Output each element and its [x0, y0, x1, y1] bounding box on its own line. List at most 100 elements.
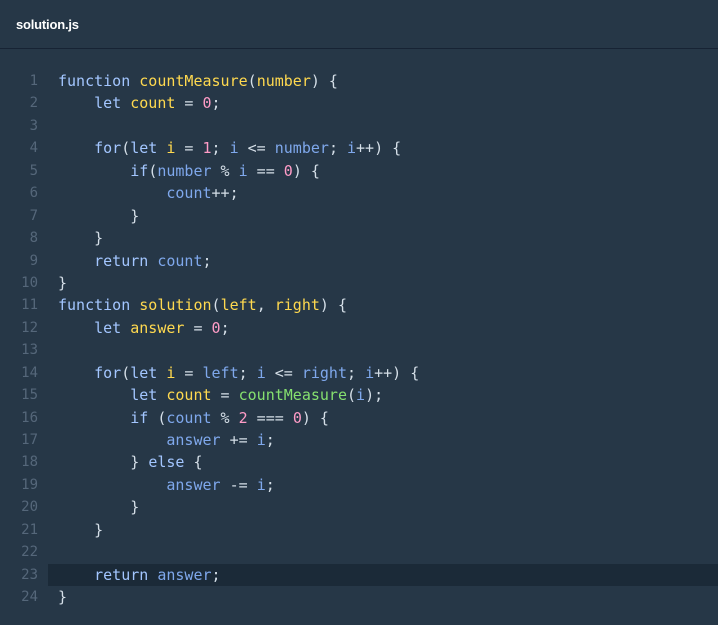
code-token: ;: [202, 251, 212, 270]
code-token: }: [58, 273, 68, 292]
code-token: i: [256, 363, 266, 382]
code-line[interactable]: 3: [0, 115, 718, 137]
code-line[interactable]: 9 return count;: [0, 250, 718, 272]
code-token: number: [256, 72, 311, 90]
code-line[interactable]: 23 return answer;: [0, 563, 718, 587]
line-number: 1: [29, 73, 38, 89]
line-number: 3: [29, 117, 38, 134]
code-line[interactable]: 11 function solution(left, right) {: [0, 294, 718, 316]
code-token: i: [356, 386, 366, 405]
code-token: count: [166, 386, 212, 405]
line-number: 10: [21, 274, 38, 291]
code-token: ===: [247, 408, 293, 427]
line-number: 15: [21, 387, 38, 404]
code-token: countMeasure: [139, 72, 248, 90]
code-token: 1: [202, 139, 212, 158]
code-token: if: [130, 161, 149, 180]
code-line[interactable]: 8 }: [0, 227, 718, 249]
line-number: 22: [21, 544, 38, 561]
code-token: answer: [166, 431, 221, 449]
code-line[interactable]: 7 }: [0, 205, 718, 227]
code-token: else: [148, 453, 185, 472]
code-line[interactable]: 6 count++;: [0, 182, 718, 204]
code-text: if (count % 2 === 0) {: [58, 407, 329, 429]
code-token: ++) {: [356, 139, 402, 158]
code-token: number: [157, 161, 212, 180]
code-line[interactable]: 18 } else {: [0, 451, 718, 473]
code-token: ;: [328, 139, 347, 158]
code-token: }: [58, 453, 149, 472]
line-number: 8: [29, 230, 38, 247]
code-text: let count = countMeasure(i);: [58, 384, 383, 406]
code-token: ) {: [301, 408, 329, 427]
code-line[interactable]: 2 let count = 0;: [0, 92, 718, 114]
code-token: 0: [211, 318, 221, 337]
code-line[interactable]: 20 }: [0, 496, 718, 518]
code-token: %: [211, 161, 239, 180]
code-token: 0: [283, 161, 293, 180]
line-number: 23: [21, 566, 38, 583]
code-line[interactable]: 21 }: [0, 519, 718, 541]
code-text: }: [58, 205, 139, 227]
line-number: 21: [21, 521, 38, 538]
code-text: }: [58, 227, 103, 249]
code-token: (: [347, 386, 357, 405]
code-editor[interactable]: solution.js 1 function countMeasure(numbe…: [0, 0, 718, 625]
code-line[interactable]: 10}: [0, 272, 718, 294]
file-name-tab[interactable]: solution.js: [16, 17, 79, 32]
code-token: ;: [211, 94, 221, 113]
code-text: function countMeasure(number) {: [58, 70, 338, 92]
line-number: 12: [21, 319, 38, 336]
code-line[interactable]: 13: [0, 339, 718, 361]
code-token: %: [211, 408, 239, 427]
code-token: return: [94, 251, 158, 270]
code-token: (: [247, 72, 257, 90]
code-line[interactable]: 19 answer -= i;: [0, 474, 718, 496]
code-text: for(let i = 1; i <= number; i++) {: [58, 137, 401, 159]
code-token: (: [148, 161, 158, 180]
code-token: ++;: [211, 184, 239, 203]
code-line[interactable]: 17 answer += i;: [0, 429, 718, 451]
code-line[interactable]: 22: [0, 541, 718, 563]
code-token: (: [211, 296, 221, 315]
code-line[interactable]: 15 let count = countMeasure(i);: [0, 384, 718, 406]
code-line[interactable]: 4 for(let i = 1; i <= number; i++) {: [0, 137, 718, 159]
code-token: right: [274, 296, 320, 315]
code-token: -=: [220, 475, 257, 494]
code-token: =: [175, 139, 203, 158]
code-token: ) {: [292, 161, 320, 180]
code-line[interactable]: 12 let answer = 0;: [0, 317, 718, 339]
code-line[interactable]: 24}: [0, 586, 718, 608]
code-token: answer: [130, 318, 185, 337]
code-text: } else {: [58, 451, 203, 473]
code-token: }: [58, 206, 140, 225]
code-line[interactable]: 16 if (count % 2 === 0) {: [0, 407, 718, 429]
code-area[interactable]: 1 function countMeasure(number) {2 let co…: [0, 70, 718, 609]
code-line[interactable]: 5 if(number % i == 0) {: [0, 160, 718, 182]
code-token: 0: [292, 408, 302, 427]
code-token: number: [274, 139, 329, 158]
code-text: function solution(left, right) {: [58, 294, 347, 316]
code-line[interactable]: 1 function countMeasure(number) {: [0, 70, 718, 92]
code-line[interactable]: 14 for(let i = left; i <= right; i++) {: [0, 362, 718, 384]
line-number: 14: [21, 364, 38, 381]
code-token: ;: [211, 565, 221, 584]
code-token: left: [202, 363, 239, 382]
code-token: i: [238, 161, 248, 180]
code-token: ++) {: [374, 363, 420, 382]
code-token: ) {: [319, 296, 347, 315]
code-token: for: [94, 139, 122, 158]
code-text: let count = 0;: [58, 92, 221, 114]
code-token: {: [184, 453, 203, 472]
code-text: count++;: [58, 182, 239, 204]
code-token: i: [256, 475, 266, 494]
code-text: return count;: [58, 250, 212, 272]
line-number: 2: [29, 95, 38, 112]
